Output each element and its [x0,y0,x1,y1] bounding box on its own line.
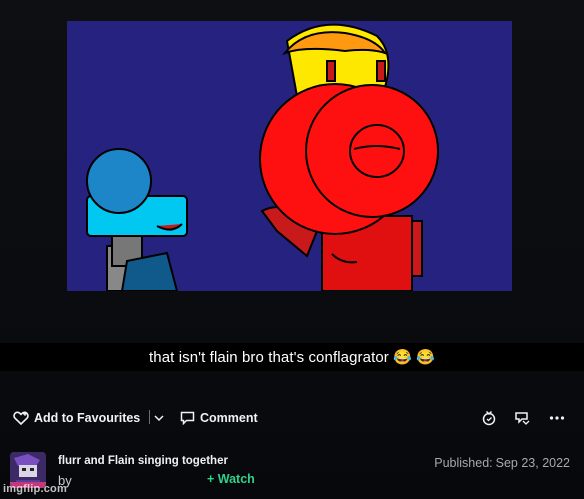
share-button[interactable] [514,406,530,430]
comment-button[interactable]: Comment [180,406,258,430]
action-toolbar: Add to Favourites Comment [0,406,584,430]
share-icon [514,410,530,426]
caption-text: that isn't flain bro that's conflagrator… [149,349,435,366]
toolbar-divider [149,410,150,424]
badge-icon [481,410,497,426]
post-title[interactable]: flurr and Flain singing together [58,455,228,467]
badge-button[interactable] [481,406,497,430]
more-options-button[interactable] [549,406,565,430]
favourites-dropdown[interactable] [154,406,164,430]
more-icon [549,415,565,421]
published-label: Published: [434,456,493,470]
heart-add-icon [13,411,29,425]
published-info: Published: Sep 23, 2022 [434,456,570,470]
add-to-favourites-label: Add to Favourites [34,411,141,425]
watermark: imgflip.com [3,483,67,495]
add-to-favourites-button[interactable]: Add to Favourites [13,406,140,430]
published-date: Sep 23, 2022 [495,456,570,470]
comment-icon [180,411,195,425]
watch-button[interactable]: + Watch [207,472,255,486]
comment-label: Comment [200,411,258,425]
caption-bar: that isn't flain bro that's conflagrator… [0,343,584,371]
artwork-image[interactable] [67,21,512,291]
chevron-down-icon [154,414,164,422]
